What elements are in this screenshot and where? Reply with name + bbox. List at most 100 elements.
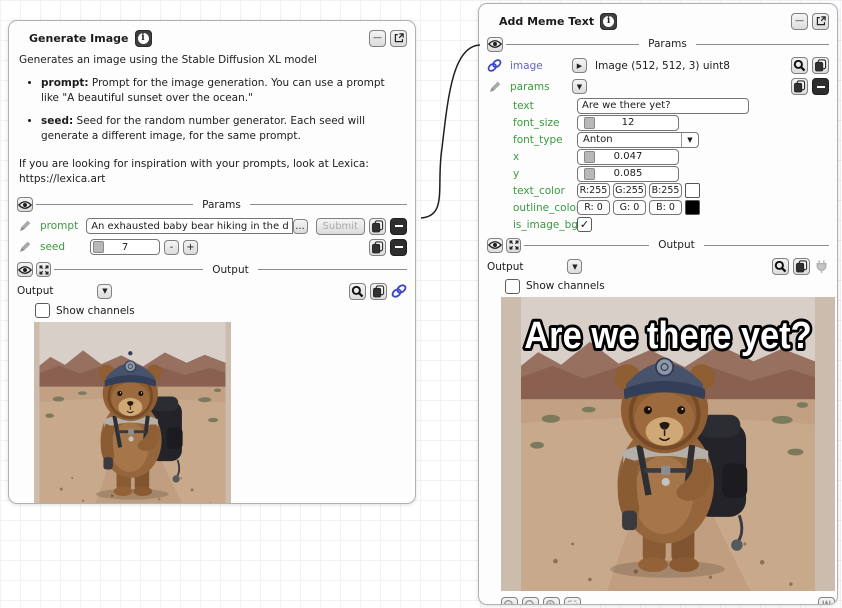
- eye-icon: [488, 39, 502, 49]
- minimize-button[interactable]: —: [791, 13, 808, 30]
- param-row-prompt: prompt ... Submit: [17, 216, 407, 237]
- output-dropdown-button[interactable]: ▼: [97, 284, 112, 299]
- show-channels-checkbox[interactable]: [505, 279, 520, 294]
- copy-prompt-button[interactable]: [369, 218, 386, 235]
- x-input[interactable]: 0.047: [577, 149, 679, 165]
- zoom-in-button[interactable]: [543, 597, 560, 606]
- image-zoom-button[interactable]: [791, 57, 808, 74]
- output-zoom-button[interactable]: [772, 258, 789, 275]
- params-unpack-button[interactable]: [812, 78, 829, 95]
- zoom-out-button[interactable]: [501, 597, 518, 606]
- seed-decrement-button[interactable]: -: [164, 240, 179, 255]
- param-row-image: image ▶ Image (512, 512, 3) uint8: [487, 55, 829, 76]
- generate-node-header[interactable]: Generate Image i —: [17, 27, 407, 49]
- image-copy-button[interactable]: [812, 57, 829, 74]
- output-visibility-button[interactable]: [17, 262, 33, 277]
- zoom-reset-button[interactable]: [522, 597, 539, 606]
- seed-input[interactable]: 7: [90, 239, 160, 255]
- generate-image-node[interactable]: Generate Image i — Generates an image us…: [8, 20, 416, 504]
- info-button[interactable]: i: [135, 30, 152, 47]
- caret-down-icon: ▼: [102, 287, 107, 295]
- output-zoom-button[interactable]: [349, 283, 366, 300]
- outline-color-swatch[interactable]: [685, 200, 700, 215]
- show-channels-label: Show channels: [56, 305, 135, 317]
- pencil-icon: [489, 81, 501, 93]
- output-copy-button[interactable]: [370, 283, 387, 300]
- params-visibility-button[interactable]: [17, 197, 33, 212]
- divider-line: [506, 44, 639, 45]
- output-visibility-button[interactable]: [487, 238, 503, 253]
- text-color-b-input[interactable]: B:255: [649, 183, 682, 198]
- info-icon: i: [603, 16, 614, 27]
- output-image-preview[interactable]: [34, 322, 231, 504]
- params-collapse-button[interactable]: ▼: [572, 79, 587, 94]
- outline-color-r-input[interactable]: R: 0: [577, 200, 610, 215]
- output-unconnected-socket-icon[interactable]: [814, 259, 829, 274]
- font-type-dropdown[interactable]: Anton ▼: [577, 132, 699, 148]
- text-color-r-input[interactable]: R:255: [577, 183, 610, 198]
- output-row: Output ▼: [487, 256, 829, 277]
- copy-icon: [372, 285, 385, 298]
- font-size-label: font_size: [513, 117, 573, 129]
- add-meme-text-node[interactable]: Add Meme Text i — Params image ▶ Image (…: [478, 3, 838, 605]
- field-row-font-type: font_type Anton ▼: [487, 131, 829, 148]
- prompt-input[interactable]: [86, 218, 292, 234]
- meme-bear-image: Are we there yet?: [501, 297, 835, 591]
- image-expand-button[interactable]: ▶: [572, 58, 587, 73]
- seed-slider-handle[interactable]: [93, 241, 104, 253]
- doc-bullets: prompt: Prompt for the image generation.…: [17, 76, 407, 151]
- text-color-g-input[interactable]: G:255: [613, 183, 646, 198]
- copy-seed-button[interactable]: [369, 239, 386, 256]
- x-label: x: [513, 151, 573, 163]
- popout-button[interactable]: [812, 13, 829, 30]
- minimize-button[interactable]: —: [369, 30, 386, 47]
- bear-desert-image: [34, 322, 231, 504]
- output-expand-button[interactable]: [36, 262, 51, 277]
- doc-footnote: If you are looking for inspiration with …: [19, 157, 405, 187]
- caret-down-icon: ▼: [577, 83, 582, 91]
- minimize-icon: —: [795, 16, 804, 26]
- channels-settings-button[interactable]: [818, 597, 835, 606]
- output-label: Output: [487, 261, 523, 273]
- x-slider-handle[interactable]: [584, 151, 595, 163]
- popout-button[interactable]: [390, 30, 407, 47]
- meme-node-header[interactable]: Add Meme Text i —: [487, 10, 829, 32]
- magnifier-minus-icon: [503, 599, 516, 606]
- fit-view-button[interactable]: [564, 597, 581, 606]
- text-color-label: text_color: [513, 185, 574, 197]
- output-expand-button[interactable]: [506, 238, 521, 253]
- params-copy-button[interactable]: [791, 78, 808, 95]
- prompt-more-button[interactable]: ...: [293, 219, 308, 234]
- y-input[interactable]: 0.085: [577, 166, 679, 182]
- output-dropdown-button[interactable]: ▼: [567, 259, 582, 274]
- is-image-bgr-checkbox[interactable]: ✓: [577, 217, 592, 232]
- outline-color-b-input[interactable]: B: 0: [649, 200, 682, 215]
- params-visibility-button[interactable]: [487, 37, 503, 52]
- show-channels-checkbox[interactable]: [35, 303, 50, 318]
- outline-color-label: outline_color: [513, 202, 574, 214]
- font-size-slider-handle[interactable]: [584, 117, 595, 129]
- output-copy-button[interactable]: [793, 258, 810, 275]
- text-color-swatch[interactable]: [685, 183, 700, 198]
- magnifier-icon: [774, 260, 787, 273]
- info-button[interactable]: i: [600, 13, 617, 30]
- unpack-seed-button[interactable]: [390, 239, 407, 256]
- seed-increment-button[interactable]: +: [183, 240, 198, 255]
- field-row-text-color: text_color R:255 G:255 B:255: [487, 182, 829, 199]
- node-title: Add Meme Text: [499, 15, 594, 28]
- expand-arrows-icon: [508, 239, 520, 251]
- link-icon[interactable]: [487, 58, 502, 73]
- submit-button[interactable]: Submit: [316, 218, 365, 235]
- output-image-preview[interactable]: Are we there yet?: [501, 297, 835, 591]
- outline-color-g-input[interactable]: G: 0: [613, 200, 646, 215]
- copy-icon: [814, 59, 827, 72]
- text-input[interactable]: [577, 98, 749, 114]
- y-slider-handle[interactable]: [584, 168, 595, 180]
- show-channels-label: Show channels: [526, 280, 605, 292]
- node-title: Generate Image: [29, 32, 129, 45]
- unpack-prompt-button[interactable]: [390, 218, 407, 235]
- output-link-socket-icon[interactable]: [391, 283, 407, 299]
- expand-arrows-icon: [38, 264, 50, 276]
- font-size-input[interactable]: 12: [577, 115, 679, 131]
- param-row-seed: seed 7 - +: [17, 237, 407, 258]
